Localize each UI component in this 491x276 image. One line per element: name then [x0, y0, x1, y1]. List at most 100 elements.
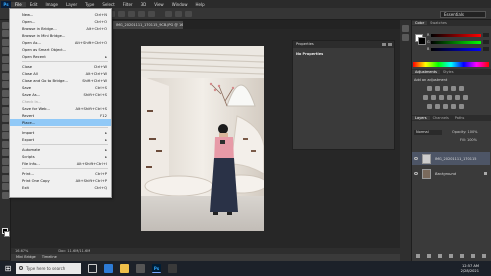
color-lookup-icon[interactable]: [463, 95, 468, 100]
file-menu-item-automate[interactable]: Automate ▸: [10, 146, 111, 153]
shape-tool-icon[interactable]: [2, 166, 9, 173]
properties-panel-icon[interactable]: [402, 33, 409, 41]
clone-stamp-tool-icon[interactable]: [2, 89, 9, 97]
tab-channels[interactable]: Channels: [430, 116, 452, 120]
move-tool-icon[interactable]: [2, 21, 9, 29]
tab-adjustments[interactable]: Adjustments: [412, 70, 440, 74]
file-menu-item-open-as-smart-object[interactable]: Open as Smart Object...: [10, 46, 111, 53]
blend-mode-dropdown[interactable]: Normal: [414, 130, 442, 135]
layer-name[interactable]: Background: [435, 172, 456, 176]
tab-mini-bridge[interactable]: Mini Bridge: [16, 255, 36, 259]
eyedropper-tool-icon[interactable]: [2, 64, 9, 71]
tab-timeline[interactable]: Timeline: [42, 255, 57, 259]
3d-tool-icon[interactable]: [2, 174, 9, 182]
3d-mode-icon[interactable]: [164, 10, 172, 17]
file-menu-item-save[interactable]: Save Ctrl+S: [10, 84, 111, 91]
green-slider[interactable]: G: [427, 40, 489, 44]
lasso-tool-icon[interactable]: [2, 38, 9, 46]
levels-icon[interactable]: [435, 86, 440, 91]
add-mask-icon[interactable]: [437, 253, 442, 258]
menu-image[interactable]: Image: [41, 2, 62, 7]
task-view-icon[interactable]: [88, 264, 97, 273]
history-panel-icon[interactable]: [402, 25, 409, 32]
file-menu-item-print[interactable]: Print... Ctrl+P: [10, 170, 111, 177]
document-tab[interactable]: IMG_20201111_170115_9CB.JPG @ 16.7% (RGB…: [113, 21, 183, 29]
hue-saturation-icon[interactable]: [423, 95, 428, 100]
history-brush-tool-icon[interactable]: [2, 98, 9, 105]
delete-layer-icon[interactable]: [482, 253, 487, 258]
tab-styles[interactable]: Styles: [440, 70, 457, 74]
properties-title[interactable]: Properties: [293, 41, 394, 48]
hand-tool-icon[interactable]: [2, 183, 9, 190]
marquee-tool-icon[interactable]: [2, 30, 9, 37]
file-menu-item-close-all[interactable]: Close All Alt+Ctrl+W: [10, 70, 111, 77]
menu-edit[interactable]: Edit: [26, 2, 42, 7]
menu-help[interactable]: Help: [191, 2, 208, 7]
3d-rotate-icon[interactable]: [174, 10, 182, 17]
threshold-icon[interactable]: [443, 104, 448, 109]
color-panel-background[interactable]: [418, 37, 426, 45]
brightness-icon[interactable]: [427, 86, 432, 91]
panel-menu-icon[interactable]: [388, 43, 392, 46]
file-menu-item-save-for-web[interactable]: Save for Web... Alt+Shift+Ctrl+S: [10, 105, 111, 112]
layer-style-icon[interactable]: [426, 253, 431, 258]
new-group-icon[interactable]: [460, 253, 465, 258]
link-layers-icon[interactable]: [415, 253, 420, 258]
file-menu-item-import[interactable]: Import ▸: [10, 129, 111, 136]
system-clock[interactable]: 12:57 AM 2/28/2021: [461, 264, 479, 274]
type-tool-icon[interactable]: [2, 149, 9, 156]
zoom-level[interactable]: 16.67%: [15, 249, 28, 253]
brush-tool-icon[interactable]: [2, 81, 9, 88]
vibrance-icon[interactable]: [459, 86, 464, 91]
file-menu-item-close-and-go-to-bridge[interactable]: Close and Go to Bridge... Shift+Ctrl+W: [10, 77, 111, 84]
visibility-eye-icon[interactable]: [414, 172, 418, 175]
menu-filter[interactable]: Filter: [119, 2, 137, 7]
red-value[interactable]: [483, 33, 489, 37]
file-menu-item-export[interactable]: Export ▸: [10, 136, 111, 143]
file-menu-item-scripts[interactable]: Scripts ▸: [10, 153, 111, 160]
align-left-icon[interactable]: [127, 10, 135, 17]
menu-select[interactable]: Select: [98, 2, 118, 7]
file-menu-item-exit[interactable]: Exit Ctrl+Q: [10, 184, 111, 191]
quick-select-tool-icon[interactable]: [2, 47, 9, 54]
file-menu-item-print-one-copy[interactable]: Print One Copy Alt+Shift+Ctrl+P: [10, 177, 111, 184]
tab-paths[interactable]: Paths: [452, 116, 468, 120]
blue-slider[interactable]: B: [427, 47, 489, 51]
color-spectrum-bar[interactable]: [413, 62, 489, 67]
tab-color[interactable]: Color: [412, 21, 428, 25]
background-color-swatch[interactable]: [4, 231, 10, 237]
layer-name[interactable]: IMG_20201111_170115: [435, 157, 476, 161]
invert-icon[interactable]: [427, 104, 432, 109]
align-right-icon[interactable]: [147, 10, 155, 17]
file-menu-item-open-as[interactable]: Open As... Alt+Shift+Ctrl+O: [10, 39, 111, 46]
file-menu-item-new[interactable]: New... Ctrl+N: [10, 11, 111, 18]
file-menu-item-place[interactable]: Place...: [10, 119, 111, 126]
layer-row[interactable]: IMG_20201111_170115: [412, 152, 490, 165]
menu-file[interactable]: File: [11, 1, 26, 7]
file-menu-item-file-info[interactable]: File Info... Alt+Shift+Ctrl+I: [10, 160, 111, 167]
file-menu-item-close[interactable]: Close Ctrl+W: [10, 63, 111, 70]
file-explorer-icon[interactable]: [120, 264, 129, 273]
file-menu-item-browse-in-bridge[interactable]: Browse in Bridge... Alt+Ctrl+O: [10, 25, 111, 32]
menu-type[interactable]: Type: [81, 2, 98, 7]
healing-brush-tool-icon[interactable]: [2, 72, 9, 80]
tab-layers[interactable]: Layers: [412, 116, 430, 120]
black-white-icon[interactable]: [439, 95, 444, 100]
pen-tool-icon[interactable]: [2, 140, 9, 148]
file-menu-item-revert[interactable]: Revert F12: [10, 112, 111, 119]
layer-opacity[interactable]: Opacity: 100%: [452, 130, 478, 134]
exposure-icon[interactable]: [451, 86, 456, 91]
green-value[interactable]: [483, 40, 489, 44]
photo-filter-icon[interactable]: [447, 95, 452, 100]
visibility-eye-icon[interactable]: [414, 157, 418, 160]
dodge-tool-icon[interactable]: [2, 132, 9, 139]
menu-3d[interactable]: 3D: [137, 2, 151, 7]
curves-icon[interactable]: [443, 86, 448, 91]
zoom-tool-icon[interactable]: [2, 191, 9, 199]
file-menu-item-browse-in-mini-bridge[interactable]: Browse in Mini Bridge...: [10, 32, 111, 39]
collapse-icon[interactable]: [382, 43, 386, 46]
gradient-tool-icon[interactable]: [2, 115, 9, 122]
crop-tool-icon[interactable]: [2, 55, 9, 63]
menu-view[interactable]: View: [150, 2, 168, 7]
gradient-map-icon[interactable]: [451, 104, 456, 109]
